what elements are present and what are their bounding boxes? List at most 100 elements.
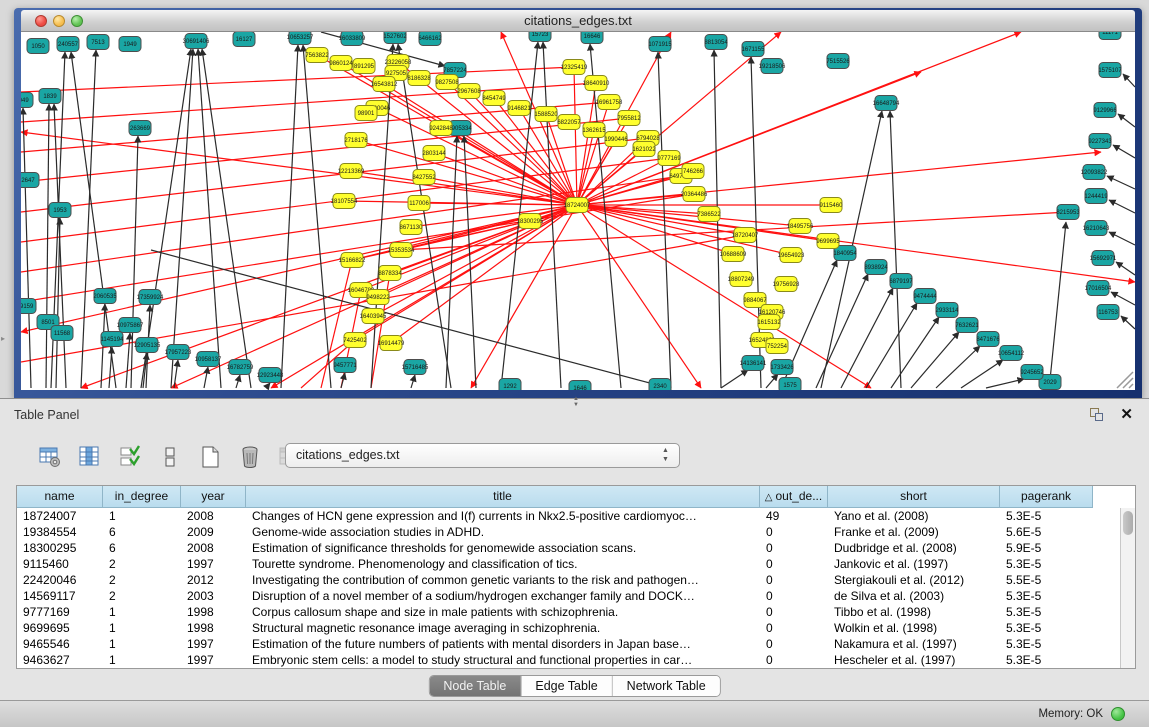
graph-node[interactable]: 6879197 (889, 274, 913, 289)
graph-node[interactable]: 19218506 (759, 59, 786, 74)
graph-node[interactable]: 18107554 (331, 194, 358, 209)
column-header-pagerank[interactable]: pagerank (1000, 486, 1093, 508)
graph-node[interactable]: 18640910 (583, 76, 610, 91)
graph-node[interactable]: 18495756 (787, 219, 814, 234)
graph-node[interactable]: 8813054 (704, 35, 728, 50)
column-header-short[interactable]: short (828, 486, 1000, 508)
graph-node[interactable]: 8454749 (482, 91, 506, 106)
column-visibility-button[interactable] (76, 442, 104, 472)
graph-node[interactable]: 15166822 (339, 253, 366, 268)
graph-node[interactable]: 10654112 (998, 346, 1025, 361)
graph-node[interactable]: 7563822 (305, 48, 329, 63)
graph-node[interactable]: 15353534 (388, 243, 415, 258)
graph-node[interactable]: 30691406 (183, 34, 210, 49)
graph-node[interactable]: 8471676 (976, 332, 1000, 347)
graph-node[interactable]: 15723 (529, 32, 551, 42)
graph-node[interactable]: 6822057 (557, 115, 581, 130)
graph-node[interactable]: 2967608 (457, 84, 481, 99)
graph-node[interactable]: 16782759 (227, 360, 254, 375)
table-row[interactable]: 977716911998Corpus callosum shape and si… (17, 604, 1093, 620)
row-height-button[interactable] (156, 442, 184, 472)
graph-node[interactable]: 18807249 (728, 272, 755, 287)
graph-node[interactable]: 9242848 (429, 121, 453, 136)
graph-node[interactable]: 9115460 (820, 198, 844, 213)
graph-node[interactable]: 7515526 (826, 54, 850, 69)
column-header-name[interactable]: name (17, 486, 103, 508)
graph-node[interactable]: 98901 (355, 106, 377, 121)
graph-node[interactable]: 16648794 (873, 96, 900, 111)
graph-node[interactable]: 7632621 (955, 318, 979, 333)
graph-node[interactable]: 9129966 (1093, 103, 1117, 118)
graph-node[interactable]: 12325419 (561, 60, 588, 75)
table-row[interactable]: 1938455462009Genome-wide association stu… (17, 524, 1093, 540)
tab-node-table[interactable]: Node Table (429, 676, 521, 696)
graph-node[interactable]: 9146821 (507, 101, 531, 116)
graph-node[interactable]: 9699695 (816, 234, 840, 249)
graph-node[interactable]: 18720407 (732, 228, 759, 243)
graph-node[interactable]: 16914479 (378, 336, 405, 351)
graph-node[interactable]: 2060535 (93, 289, 117, 304)
graph-node[interactable]: 1646 (569, 381, 591, 391)
graph-node[interactable]: 9860124 (329, 56, 353, 71)
graph-node[interactable]: 2647 (21, 173, 39, 188)
graph-node[interactable]: 39159 (21, 299, 36, 314)
graph-node[interactable]: 117006 (408, 196, 430, 211)
graph-node[interactable]: 8878334 (378, 266, 402, 281)
graph-node[interactable]: 7513 (87, 35, 109, 50)
graph-node[interactable]: 240557 (57, 37, 79, 52)
graph-node[interactable]: 12923448 (257, 368, 284, 383)
float-panel-icon[interactable] (1089, 407, 1105, 423)
table-row[interactable]: 2242004622012Investigating the contribut… (17, 572, 1093, 588)
graph-node[interactable]: 116753 (1097, 305, 1119, 320)
graph-node[interactable]: 1362615 (582, 123, 606, 138)
graph-node[interactable]: 8938924 (864, 260, 888, 275)
graph-node[interactable]: 1145194 (101, 332, 125, 347)
graph-node[interactable]: 1527602 (383, 32, 407, 44)
graph-node[interactable]: 10688609 (720, 247, 747, 262)
graph-node[interactable]: 17016504 (1085, 281, 1112, 296)
graph-node[interactable]: 1588520 (534, 107, 558, 122)
graph-node[interactable]: 1575107 (1098, 63, 1122, 78)
graph-node[interactable]: 1244419 (1084, 189, 1108, 204)
tab-edge-table[interactable]: Edge Table (521, 676, 612, 696)
graph-node[interactable]: 263669 (129, 121, 151, 136)
graph-node[interactable]: 1953 (49, 203, 71, 218)
graph-node[interactable]: 16127 (233, 32, 255, 47)
graph-node[interactable]: 14136141 (740, 356, 767, 371)
graph-node[interactable]: 1615132 (757, 315, 781, 330)
graph-node[interactable]: 18300295 (517, 214, 544, 229)
graph-node[interactable]: 1949 (119, 37, 141, 52)
column-header-title[interactable]: title (246, 486, 760, 508)
panel-collapse-arrow[interactable]: ▸ (1, 334, 5, 343)
close-panel-icon[interactable]: ✕ (1120, 405, 1133, 423)
column-header-year[interactable]: year (181, 486, 246, 508)
graph-node[interactable]: 1292 (499, 379, 521, 391)
graph-node[interactable]: 10653257 (287, 32, 314, 45)
graph-node[interactable]: 9498222 (366, 290, 390, 305)
graph-node[interactable]: 2049 (21, 93, 33, 108)
graph-node[interactable]: 10958137 (195, 352, 222, 367)
table-row[interactable]: 911546021997Tourette syndrome. Phenomeno… (17, 556, 1093, 572)
graph-node[interactable]: 19756928 (773, 277, 800, 292)
graph-node[interactable]: 7425402 (343, 333, 367, 348)
graph-node[interactable]: 8671130 (400, 220, 424, 235)
new-table-button[interactable] (196, 442, 224, 472)
graph-node[interactable]: 2933114 (936, 303, 960, 318)
graph-node[interactable]: 17957223 (165, 345, 192, 360)
graph-node[interactable]: 16033809 (339, 32, 366, 46)
graph-node[interactable]: 9457771 (333, 358, 357, 373)
graph-node[interactable]: 10975867 (117, 318, 144, 333)
table-selector-dropdown[interactable]: citations_edges.txt ▲▼ (285, 443, 680, 468)
graph-node[interactable]: 15692971 (1090, 251, 1117, 266)
graph-node[interactable]: 12093822 (1081, 165, 1108, 180)
graph-node[interactable]: 11171 (1099, 32, 1121, 40)
tab-network-table[interactable]: Network Table (613, 676, 720, 696)
graph-node[interactable]: 12213369 (338, 164, 365, 179)
graph-node[interactable]: 16403945 (360, 309, 387, 324)
table-settings-button[interactable] (36, 442, 64, 472)
graph-node[interactable]: 9777169 (657, 151, 681, 166)
graph-node[interactable]: 16210643 (1083, 221, 1110, 236)
table-row[interactable]: 1872400712008Changes of HCN gene express… (17, 508, 1093, 524)
vertical-scrollbar[interactable] (1120, 508, 1135, 669)
graph-node[interactable]: 16646 (581, 32, 603, 44)
